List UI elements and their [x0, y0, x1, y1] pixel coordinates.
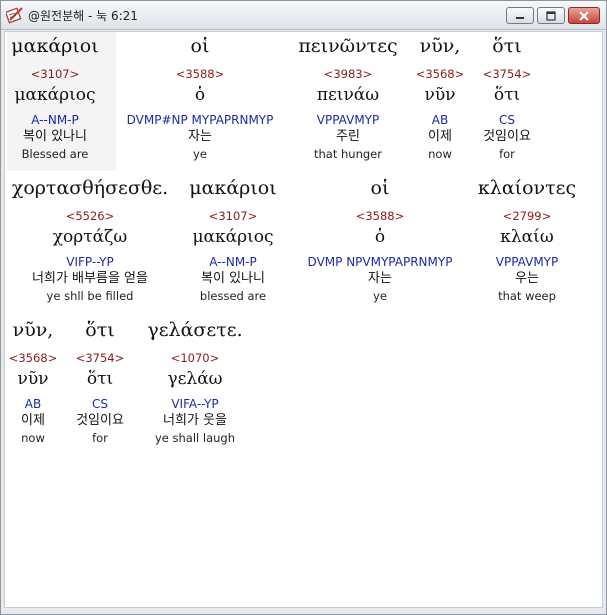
lemma: πεινάω [316, 85, 380, 105]
word-block[interactable]: πεινῶντες <3983> πεινάω VPPAVMYP 주린 that… [298, 34, 397, 162]
strong-number[interactable]: <3588> [127, 66, 274, 82]
strong-number[interactable]: <3754> [76, 350, 125, 366]
korean-gloss: 너희가 배부름을 얻을 [32, 271, 148, 286]
word-block[interactable]: νῦν, <3568> νῦν AB 이제 now [416, 34, 465, 162]
english-gloss: ye [373, 289, 387, 303]
word-block[interactable]: κλαίοντες <2799> κλαίω VPPAVMYP 우는 that … [478, 176, 576, 304]
lemma: ὅτι [86, 369, 114, 389]
morphology: DVMP NPVMYPAPRNMYP [307, 255, 453, 269]
word-block[interactable]: μακάριοι <3107> μακάριος A--NM-P 복이 있나니 … [189, 176, 276, 304]
word-block[interactable]: ὅτι <3754> ὅτι CS 것임이요 for [76, 318, 125, 446]
english-gloss: Blessed are [21, 147, 89, 161]
strong-number[interactable]: <3983> [298, 66, 397, 82]
strong-number[interactable]: <5526> [12, 208, 168, 224]
greek-word: χορτασθήσεσθε. [11, 177, 169, 199]
greek-word: ὅτι [85, 319, 115, 341]
strong-number[interactable]: <3107> [11, 66, 98, 82]
word-block[interactable]: χορτασθήσεσθε. <5526> χορτάζω VIFP--YP 너… [12, 176, 168, 304]
minimize-button[interactable] [506, 7, 534, 24]
morphology: VPPAVMYP [316, 113, 380, 127]
morphology: VIFP--YP [66, 255, 114, 269]
book-pen-icon[interactable] [4, 6, 24, 24]
english-gloss: now [21, 431, 45, 445]
english-gloss: that hunger [314, 147, 382, 161]
korean-gloss: 너희가 웃을 [163, 413, 227, 428]
korean-gloss: 우는 [515, 271, 539, 286]
word-block[interactable]: οἱ <3588> ὁ DVMP NPVMYPAPRNMYP 자는 ye [308, 176, 453, 304]
lemma: μακάριος [14, 85, 96, 105]
minimize-icon [514, 6, 526, 25]
morphology: A--NM-P [31, 113, 79, 127]
lemma: ὅτι [493, 85, 521, 105]
word-block[interactable]: ὅτι <3754> ὅτι CS 것임이요 for [483, 34, 532, 162]
lemma: γελάω [167, 369, 223, 389]
morphology: VPPAVMYP [495, 255, 559, 269]
lemma: κλαίω [500, 227, 554, 247]
greek-word: μακάριοι [11, 35, 99, 57]
word-block[interactable]: μακάριοι <3107> μακάριος A--NM-P 복이 있나니 … [11, 34, 98, 162]
close-button[interactable] [568, 7, 600, 24]
word-block[interactable]: νῦν, <3568> νῦν AB 이제 now [9, 318, 58, 446]
morphology: DVMP#NP MYPAPRNMYP [126, 113, 274, 127]
greek-word: νῦν, [12, 319, 54, 341]
strong-number[interactable]: <3588> [308, 208, 453, 224]
english-gloss: ye shll be filled [46, 289, 134, 303]
strong-number[interactable]: <3568> [416, 66, 465, 82]
english-gloss: that weep [498, 289, 556, 303]
greek-word: οἱ [190, 35, 210, 57]
korean-gloss: 복이 있나니 [201, 271, 265, 286]
korean-gloss: 자는 [368, 271, 392, 286]
morphology: CS [498, 113, 515, 127]
korean-gloss: 이제 [428, 129, 452, 144]
greek-word: μακάριοι [189, 177, 277, 199]
lemma: νῦν [17, 369, 49, 389]
english-gloss: for [499, 147, 515, 161]
korean-gloss: 복이 있나니 [23, 129, 87, 144]
korean-gloss: 자는 [188, 129, 212, 144]
lemma: νῦν [424, 85, 456, 105]
english-gloss: ye [193, 147, 207, 161]
interlinear-view[interactable]: μακάριοι <3107> μακάριος A--NM-P 복이 있나니 … [4, 31, 603, 608]
strong-number[interactable]: <2799> [478, 208, 576, 224]
lemma: ὁ [374, 227, 386, 247]
close-icon [578, 6, 590, 25]
strong-number[interactable]: <3107> [189, 208, 276, 224]
word-block[interactable]: γελάσετε. <1070> γελάω VIFA--YP 너희가 웃을 y… [147, 318, 242, 446]
korean-gloss: 주린 [336, 129, 360, 144]
korean-gloss: 것임이요 [76, 413, 124, 428]
title-bar[interactable]: @원전분해 - 눅 6:21 [1, 1, 606, 30]
english-gloss: now [428, 147, 452, 161]
word-block[interactable]: οἱ <3588> ὁ DVMP#NP MYPAPRNMYP 자는 ye [127, 34, 274, 162]
morphology: A--NM-P [209, 255, 257, 269]
morphology: VIFA--YP [171, 397, 219, 411]
korean-gloss: 것임이요 [483, 129, 531, 144]
strong-number[interactable]: <3754> [483, 66, 532, 82]
app-window: @원전분해 - 눅 6:21 μακάριοι <3107> μακάριος … [0, 0, 607, 615]
strong-number[interactable]: <1070> [147, 350, 242, 366]
english-gloss: for [92, 431, 108, 445]
english-gloss: blessed are [199, 289, 267, 303]
greek-word: πεινῶντες [298, 35, 398, 57]
morphology: CS [91, 397, 108, 411]
greek-word: οἱ [370, 177, 390, 199]
greek-word: γελάσετε. [147, 319, 243, 341]
greek-word: κλαίοντες [477, 177, 577, 199]
greek-word: νῦν, [419, 35, 461, 57]
lemma: ὁ [194, 85, 206, 105]
english-gloss: ye shall laugh [154, 431, 236, 445]
lemma: χορτάζω [52, 227, 128, 247]
greek-word: ὅτι [492, 35, 522, 57]
morphology: AB [24, 397, 42, 411]
strong-number[interactable]: <3568> [9, 350, 58, 366]
korean-gloss: 이제 [21, 413, 45, 428]
maximize-icon [545, 6, 557, 25]
morphology: AB [431, 113, 449, 127]
window-title: @원전분해 - 눅 6:21 [28, 9, 138, 23]
maximize-button[interactable] [537, 7, 565, 24]
lemma: μακάριος [192, 227, 274, 247]
